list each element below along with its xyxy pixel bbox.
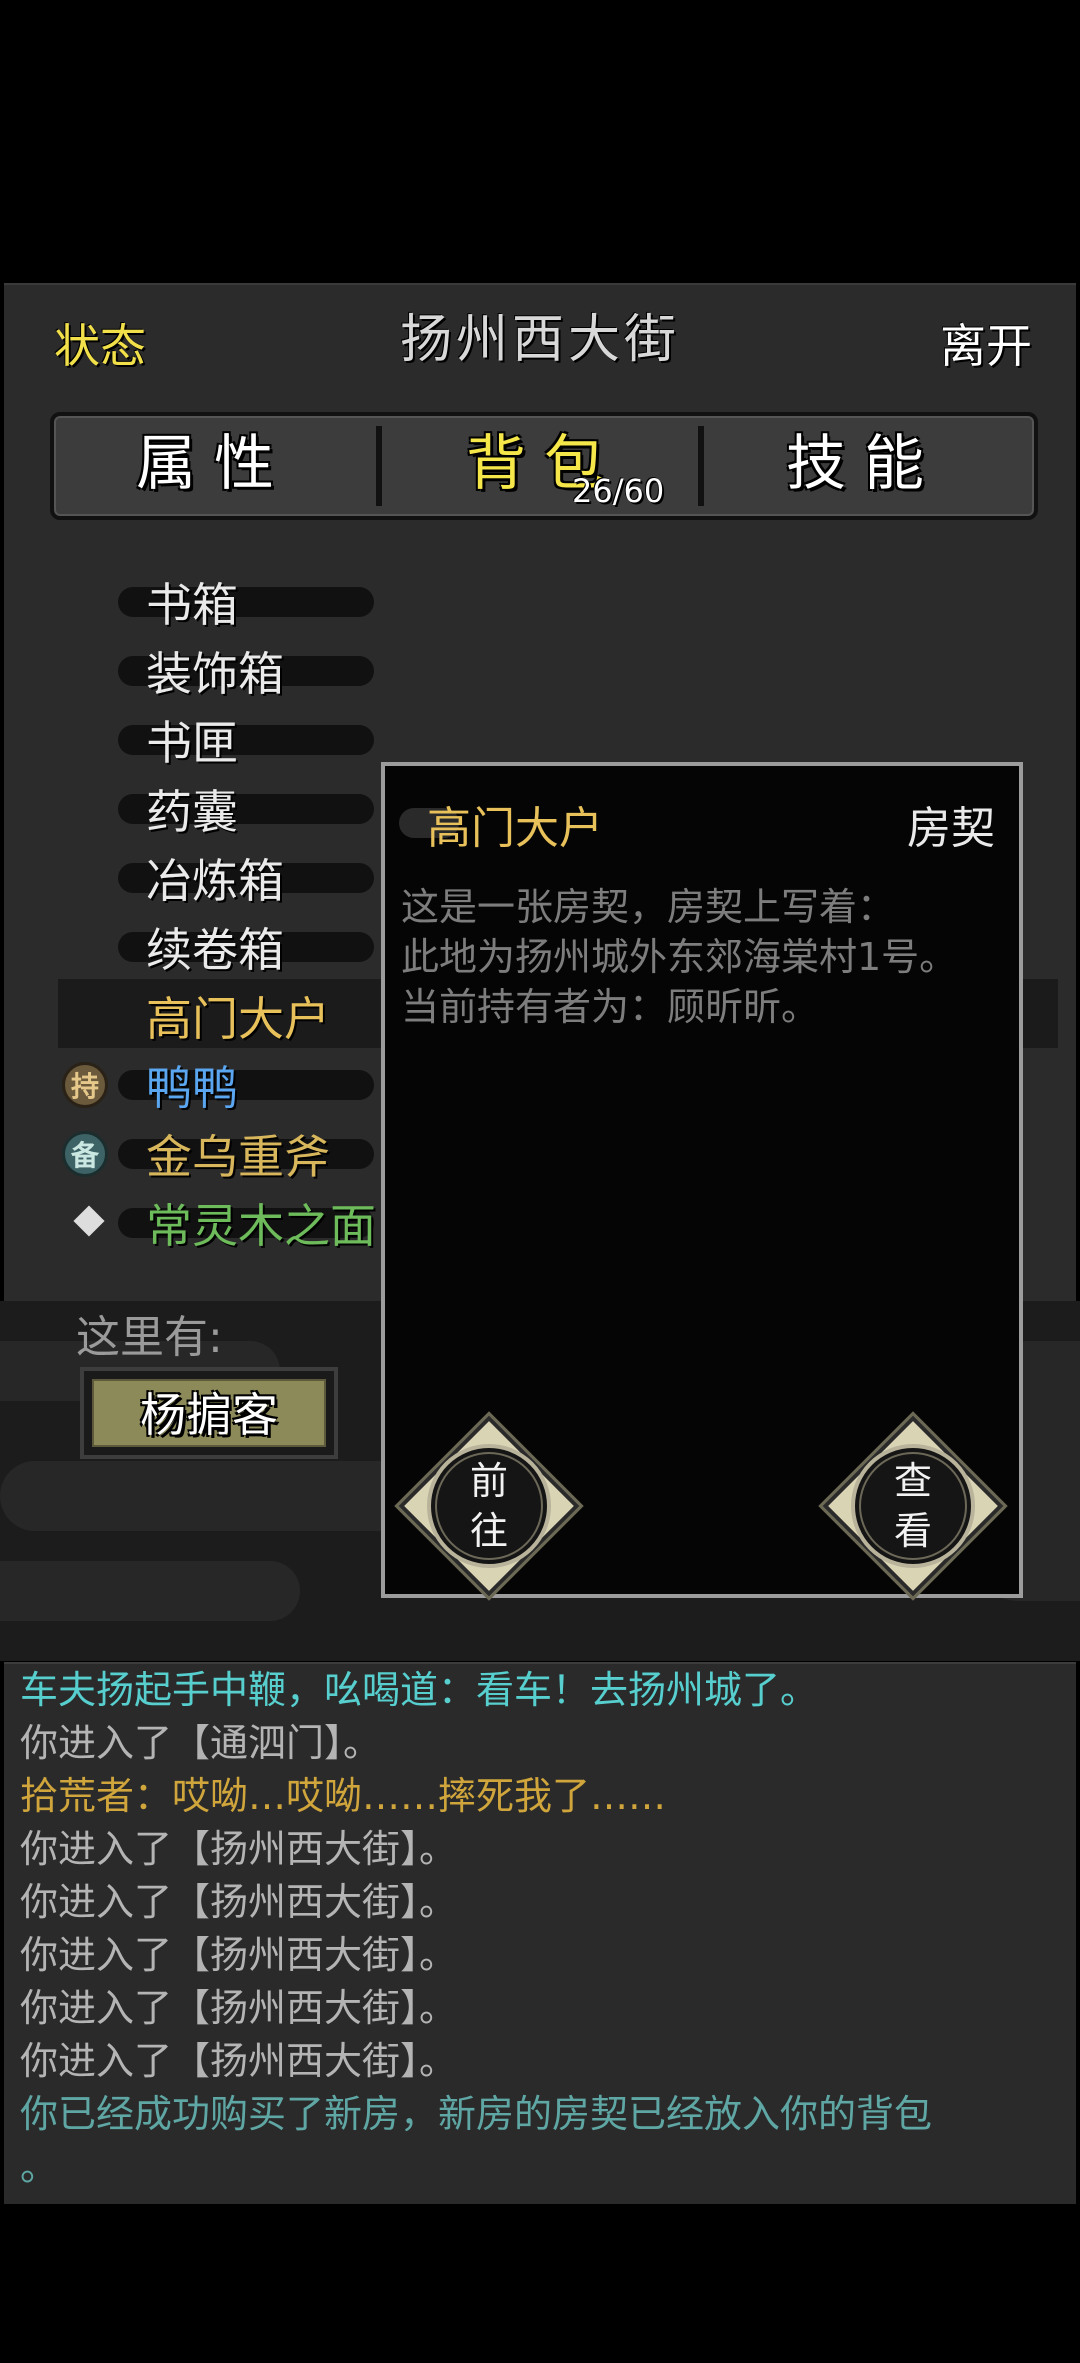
item-name: 装饰箱 [146, 647, 284, 701]
item-name: 药囊 [146, 785, 238, 839]
popup-description: 这是一张房契，房契上写着： 此地为扬州城外东郊海棠村1号。 当前持有者为：顾昕昕… [401, 882, 1011, 1032]
item-name: 金乌重斧 [146, 1130, 330, 1184]
log-line: 你进入了【扬州西大街】。 [20, 1986, 458, 2030]
popup-item-type: 房契 [907, 803, 995, 854]
backpack-capacity: 26/60 [572, 472, 665, 510]
view-button-label: 查 看 [813, 1456, 1013, 1556]
ink-brush-decoration [0, 1561, 300, 1621]
label-line: 往 [469, 1509, 508, 1553]
npc-button[interactable]: 杨掮客 [80, 1367, 338, 1459]
tab-skills[interactable]: 技能 [704, 416, 1024, 516]
item-name: 书箱 [146, 578, 238, 632]
equipped-badge-icon: 备 [62, 1131, 108, 1177]
description-line: 当前持有者为：顾昕昕。 [401, 985, 820, 1029]
label-line: 前 [469, 1459, 508, 1503]
item-name: 书匣 [146, 716, 238, 770]
game-screen: 状态 扬州西大街 离开 属性 背包 26/60 技能 书箱 装饰箱 书匣 药囊 … [0, 0, 1080, 2363]
log-line: 你进入了【扬州西大街】。 [20, 1933, 458, 1977]
label-line: 看 [893, 1509, 932, 1553]
tab-divider [376, 426, 382, 506]
log-line: 你进入了【扬州西大街】。 [20, 1827, 458, 1871]
ink-brush-decoration [0, 1461, 420, 1531]
go-button[interactable]: 前 往 [389, 1406, 589, 1606]
message-log[interactable]: 车夫扬起手中鞭，吆喝道：看车！去扬州城了。 你进入了【通泗门】。 拾荒者：哎呦…… [4, 1662, 1076, 2204]
inventory-item[interactable]: 书箱 [58, 565, 558, 634]
npc-name: 杨掮客 [140, 1388, 278, 1442]
item-name: 鸭鸭 [146, 1061, 238, 1115]
item-name: 常灵木之面 [146, 1199, 376, 1253]
log-line: 你进入了【扬州西大街】。 [20, 2039, 458, 2083]
held-badge-icon: 持 [62, 1062, 108, 1108]
log-line: 拾荒者：哎呦…哎呦……摔死我了…… [20, 1774, 667, 1818]
popup-item-name: 高门大户 [427, 803, 603, 854]
tab-bar: 属性 背包 26/60 技能 [50, 412, 1038, 520]
log-line: 你进入了【扬州西大街】。 [20, 1880, 458, 1924]
log-line: 你已经成功购买了新房，新房的房契已经放入你的背包 [20, 2092, 933, 2136]
view-button[interactable]: 查 看 [813, 1406, 1013, 1606]
tab-attributes[interactable]: 属性 [54, 416, 374, 516]
item-name: 续卷箱 [146, 923, 284, 977]
description-line: 此地为扬州城外东郊海棠村1号。 [401, 935, 958, 979]
go-button-label: 前 往 [389, 1456, 589, 1556]
item-name: 高门大户 [146, 992, 330, 1046]
item-detail-popup: 高门大户 房契 这是一张房契，房契上写着： 此地为扬州城外东郊海棠村1号。 当前… [381, 762, 1023, 1598]
location-title: 扬州西大街 [399, 310, 680, 370]
log-line: 。 [20, 2145, 59, 2189]
here-label: 这里有: [76, 1312, 223, 1363]
description-line: 这是一张房契，房契上写着： [401, 885, 896, 929]
inventory-item[interactable]: 装饰箱 [58, 634, 558, 703]
item-name: 冶炼箱 [146, 854, 284, 908]
diamond-marker-icon [73, 1205, 105, 1237]
label-line: 查 [893, 1459, 932, 1503]
log-line: 你进入了【通泗门】。 [20, 1721, 382, 1765]
leave-button[interactable]: 离开 [940, 310, 1032, 376]
log-line: 车夫扬起手中鞭，吆喝道：看车！去扬州城了。 [20, 1668, 819, 1712]
